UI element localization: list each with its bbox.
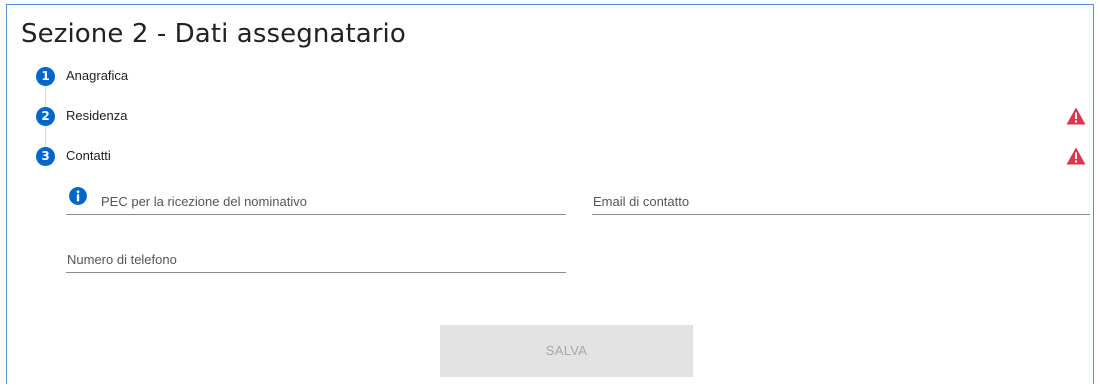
warning-triangle-icon — [1066, 107, 1086, 125]
pec-field[interactable]: PEC per la ricezione del nominativo — [66, 188, 566, 215]
step-contatti[interactable]: 3 Contatti — [36, 147, 1086, 167]
email-field[interactable]: Email di contatto — [592, 188, 1090, 215]
phone-field[interactable]: Numero di telefono — [66, 246, 566, 273]
step-label: Contatti — [66, 148, 111, 163]
email-field-label: Email di contatto — [593, 194, 690, 209]
step-label: Residenza — [66, 108, 128, 123]
pec-field-label: PEC per la ricezione del nominativo — [101, 194, 307, 209]
step-anagrafica[interactable]: 1 Anagrafica — [36, 67, 1086, 87]
step-label: Anagrafica — [66, 68, 129, 83]
step-number-icon: 3 — [36, 147, 55, 166]
page-title: Sezione 2 - Dati assegnatario — [21, 19, 406, 49]
step-residenza[interactable]: 2 Residenza — [36, 107, 1086, 127]
warning-triangle-icon — [1066, 147, 1086, 165]
step-number-icon: 2 — [36, 107, 55, 126]
save-button[interactable]: SALVA — [440, 325, 693, 377]
phone-field-label: Numero di telefono — [67, 252, 177, 267]
step-number-icon: 1 — [36, 67, 55, 86]
